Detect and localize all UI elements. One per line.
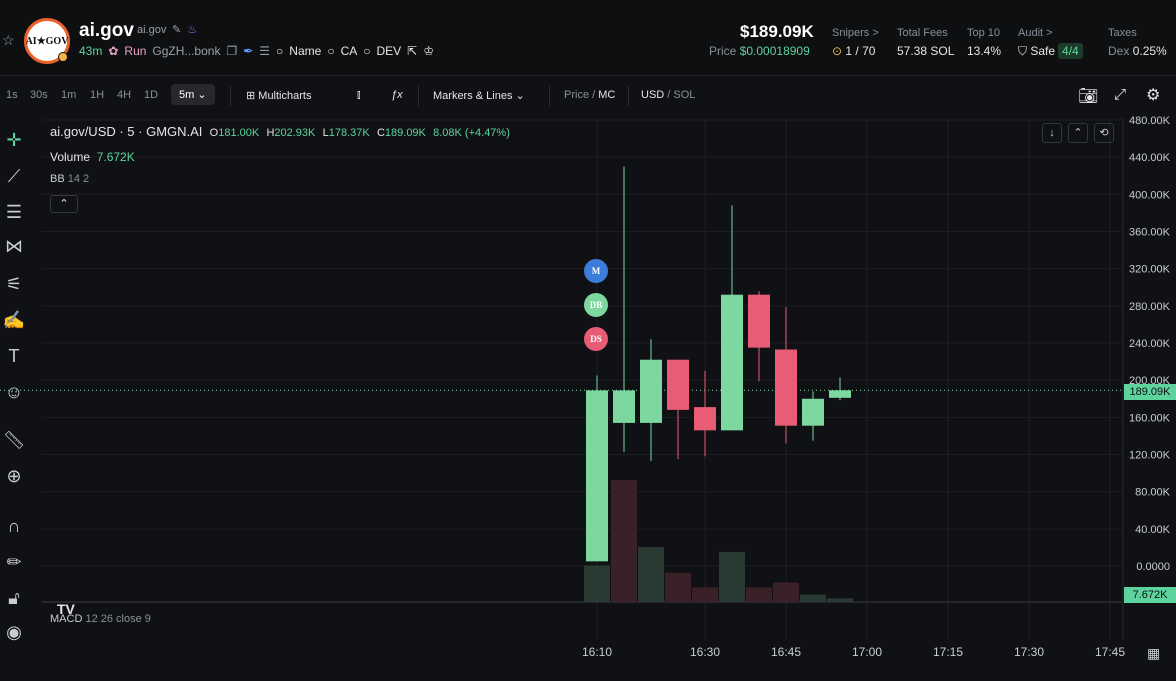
volume-bar: [611, 480, 637, 602]
current-price-tag: 189.09K: [1124, 384, 1176, 400]
y-tick-label: 480.00K: [1129, 115, 1171, 127]
candle-body: [613, 390, 635, 423]
volume-bar: [665, 572, 691, 602]
volume-bar: [827, 598, 853, 602]
volume-bar: [800, 594, 826, 602]
volume-bar: [746, 587, 772, 602]
marker-db[interactable]: DB: [584, 293, 608, 317]
candle-body: [667, 359, 689, 410]
y-tick-label: 160.00K: [1129, 412, 1171, 424]
x-tick-label: 16:10: [582, 645, 612, 659]
macd-params: 12 26 close 9: [85, 613, 151, 625]
symbol-label: ai.gov/USD · 5 · GMGN.AI: [50, 124, 203, 139]
candle-body: [775, 349, 797, 426]
volume-bar: [719, 551, 745, 602]
candle-body: [586, 390, 608, 562]
macd-legend: MACD 12 26 close 9: [50, 613, 151, 625]
y-tick-label: 280.00K: [1129, 301, 1171, 313]
volume-legend: Volume 7.672K: [50, 150, 135, 164]
volume-label: Volume: [50, 150, 91, 164]
candle-body: [748, 294, 770, 348]
y-tick-label: 40.00K: [1135, 524, 1171, 536]
y-tick-label: 0.0000: [1136, 561, 1170, 573]
calendar-icon[interactable]: ▦: [1147, 645, 1160, 662]
marker-ds[interactable]: DS: [584, 327, 608, 351]
volume-bar: [773, 582, 799, 602]
low-value: 178.37K: [328, 127, 370, 139]
marker-m[interactable]: M: [584, 259, 608, 283]
y-tick-label: 440.00K: [1129, 152, 1171, 164]
volume-bar: [638, 547, 664, 602]
volume-bar: [692, 587, 718, 602]
candle-body: [802, 398, 824, 426]
scroll-down-icon[interactable]: ↓: [1042, 123, 1062, 143]
chevron-up-icon: ⌃: [59, 198, 69, 210]
high-value: 202.93K: [274, 127, 316, 139]
candle-body: [721, 294, 743, 431]
bb-legend: BB 14 2: [50, 173, 89, 185]
x-tick-label: 17:30: [1014, 645, 1044, 659]
volume-tag: 7.672K: [1124, 587, 1176, 603]
y-tick-label: 80.00K: [1135, 487, 1171, 499]
macd-label: MACD: [50, 613, 83, 625]
candle-body: [640, 359, 662, 423]
y-tick-label: 320.00K: [1129, 264, 1171, 276]
volume-value: 7.672K: [96, 150, 135, 164]
candle-body: [694, 407, 716, 431]
y-tick-label: 400.00K: [1129, 189, 1171, 201]
change-value: 8.08K (+4.47%): [433, 127, 510, 139]
x-tick-label: 17:15: [933, 645, 963, 659]
ohlc-legend: ai.gov/USD · 5 · GMGN.AI O181.00K H202.9…: [50, 124, 510, 139]
y-tick-label: 240.00K: [1129, 338, 1171, 350]
close-value: 189.09K: [384, 127, 426, 139]
open-value: 181.00K: [218, 127, 260, 139]
candle-body: [829, 390, 851, 398]
x-tick-label: 17:45: [1095, 645, 1125, 659]
reset-icon[interactable]: ⟲: [1094, 123, 1114, 143]
collapse-legend-button[interactable]: ⌃: [50, 195, 78, 213]
x-tick-label: 17:00: [852, 645, 882, 659]
chart-corner-buttons: ↓ ⌃ ⟲: [1042, 123, 1114, 143]
collapse-icon[interactable]: ⌃: [1068, 123, 1088, 143]
bb-params: 14 2: [67, 173, 90, 185]
x-tick-label: 16:30: [690, 645, 720, 659]
bb-label: BB: [50, 173, 65, 185]
x-tick-label: 16:45: [771, 645, 801, 659]
y-tick-label: 120.00K: [1129, 450, 1171, 462]
y-tick-label: 360.00K: [1129, 227, 1171, 239]
volume-bar: [584, 565, 610, 602]
